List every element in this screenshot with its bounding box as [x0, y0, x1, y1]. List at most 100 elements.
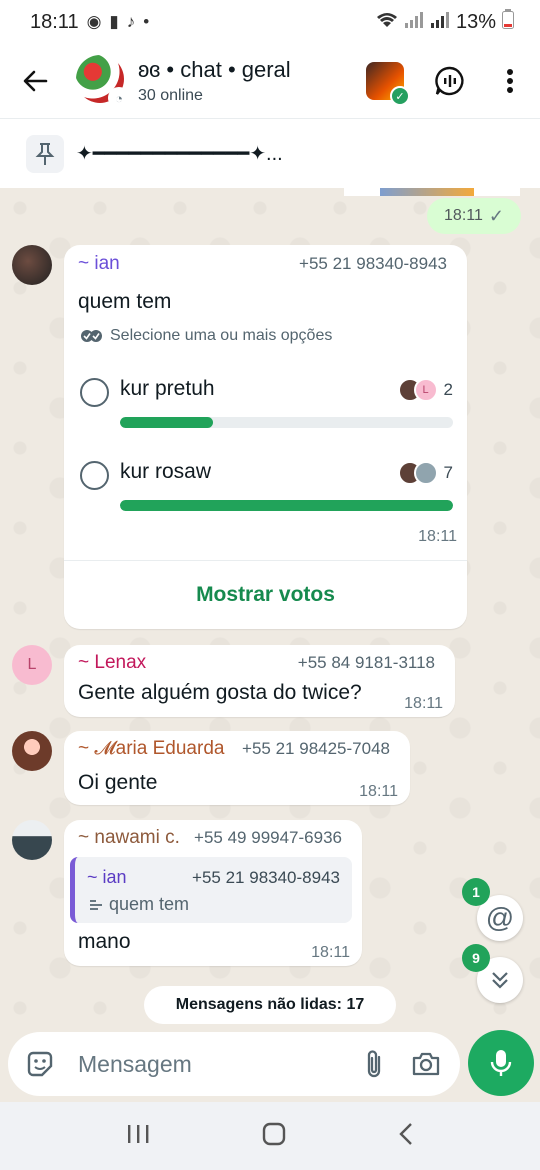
- microphone-icon: [490, 1050, 512, 1076]
- camera-icon: [412, 1052, 440, 1076]
- poll-hint-text: Selecione uma ou mais opções: [110, 327, 333, 344]
- group-avatar[interactable]: ◔: [76, 55, 130, 109]
- poll-icon: [90, 899, 102, 910]
- pinned-message-bar[interactable]: ✦━━━━━━━━━━━━━✦...: [0, 118, 540, 188]
- camera-button[interactable]: [400, 1051, 452, 1077]
- sender-name[interactable]: ~ 𝓜aria Eduarda: [78, 738, 224, 760]
- mention-badge: 1: [462, 878, 490, 906]
- quote-text-value: quem tem: [109, 894, 190, 914]
- avatar: [413, 461, 438, 485]
- tiktok-notification-icon: ♪: [126, 12, 136, 31]
- avatar[interactable]: [12, 245, 52, 285]
- message-input[interactable]: Mensagem: [78, 1051, 348, 1078]
- quote-sender: ~ ian: [87, 867, 127, 887]
- pinned-text: ✦━━━━━━━━━━━━━✦...: [76, 143, 283, 165]
- more-notifications-icon: •: [143, 12, 150, 31]
- avatar-letter: L: [27, 656, 37, 673]
- avatar[interactable]: L: [12, 645, 52, 685]
- poll-message: ~ ian +55 21 98340-8943 quem tem Selecio…: [64, 245, 467, 629]
- unread-badge: 9: [462, 944, 490, 972]
- option-label: kur rosaw: [120, 460, 212, 483]
- arrow-back-icon: [23, 70, 48, 92]
- message-list[interactable]: 18:11 ✓ ~ ian +55 21 98340-8943 quem tem…: [0, 188, 540, 1030]
- more-options-button[interactable]: [480, 44, 540, 118]
- group-info[interactable]: ʚɞ • chat • geral 30 online: [138, 57, 366, 105]
- quote-text: quem tem: [89, 894, 189, 915]
- avatar[interactable]: [12, 820, 52, 860]
- group-title: ʚɞ • chat • geral: [138, 57, 291, 82]
- poll-option[interactable]: kur rosaw 7: [80, 458, 453, 528]
- composer: Mensagem: [0, 1030, 540, 1102]
- battery-percent: 13%: [455, 10, 496, 33]
- attach-button[interactable]: [348, 1049, 400, 1079]
- recent-apps-button[interactable]: [126, 1123, 150, 1150]
- status-bar: 18:11 ◉ ▮ ♪ • 13%: [0, 0, 540, 44]
- back-button[interactable]: [0, 44, 70, 118]
- vote-bar-fill: [120, 417, 214, 428]
- voter-avatars: 7: [397, 461, 453, 485]
- voter-avatars: L 2: [397, 378, 453, 402]
- poll-option[interactable]: kur pretuh L 2: [80, 375, 453, 445]
- sender-name[interactable]: ~ Lenax: [78, 652, 146, 674]
- sender-name[interactable]: ~ nawami c.: [78, 827, 180, 849]
- back-nav-icon: [399, 1122, 412, 1145]
- double-chevron-down-icon: [492, 972, 508, 989]
- double-check-icon: [81, 330, 102, 342]
- home-icon: [262, 1122, 286, 1145]
- alert-notification-icon: ▮: [109, 12, 119, 31]
- quote-phone: +55 21 98340-8943: [192, 868, 340, 887]
- sticker-button[interactable]: [14, 1049, 66, 1079]
- message-text: Gente alguém gosta do twice?: [78, 681, 362, 704]
- chat-header: ◔ ʚɞ • chat • geral 30 online ✓: [0, 44, 540, 118]
- sender-phone: +55 84 9181-3118: [297, 653, 435, 672]
- poll-hint: Selecione uma ou mais opções: [80, 327, 332, 345]
- clock: 18:11: [30, 10, 79, 33]
- signal-icon: [404, 11, 424, 34]
- radio-button[interactable]: [80, 461, 109, 490]
- avatar[interactable]: [12, 731, 52, 771]
- recent-apps-icon: [128, 1124, 149, 1143]
- whatsapp-notification-icon: ◉: [86, 12, 102, 31]
- message-text: mano: [78, 930, 131, 953]
- message-time: 18:11: [404, 695, 443, 712]
- linked-community-thumbnail[interactable]: ✓: [366, 62, 410, 106]
- battery-icon: [502, 9, 514, 35]
- home-button[interactable]: [262, 1122, 286, 1151]
- community-icon: ◔: [108, 87, 130, 109]
- voice-message-button[interactable]: [468, 1030, 534, 1096]
- system-navigation-bar: [0, 1102, 540, 1170]
- message-text: Oi gente: [78, 771, 158, 794]
- image-message-edge[interactable]: [344, 188, 520, 196]
- quoted-message[interactable]: ~ ian +55 21 98340-8943 quem tem: [70, 857, 352, 923]
- vote-count: 2: [443, 380, 453, 399]
- back-nav-button[interactable]: [398, 1122, 414, 1151]
- avatar: L: [413, 378, 438, 402]
- vote-bar: [120, 500, 453, 511]
- message-input-box[interactable]: Mensagem: [8, 1032, 460, 1096]
- message-bubble[interactable]: ~ 𝓜aria Eduarda +55 21 98425-7048 Oi gen…: [64, 731, 410, 805]
- voice-chat-button[interactable]: [420, 44, 480, 118]
- vote-count: 7: [443, 463, 453, 482]
- check-icon: ✓: [390, 86, 410, 106]
- show-votes-button[interactable]: Mostrar votos: [64, 561, 467, 629]
- sender-phone: +55 49 99947-6936: [194, 828, 342, 847]
- poll-question: quem tem: [78, 290, 172, 313]
- sender-name[interactable]: ~ ian: [78, 253, 120, 275]
- message-bubble[interactable]: ~ nawami c. +55 49 99947-6936 ~ ian +55 …: [64, 820, 362, 966]
- outgoing-message-meta: 18:11 ✓: [427, 198, 521, 234]
- message-time: 18:11: [311, 944, 350, 961]
- sent-check-icon: ✓: [488, 205, 504, 226]
- pin-icon: [26, 134, 64, 173]
- message-bubble[interactable]: ~ Lenax +55 84 9181-3118 Gente alguém go…: [64, 645, 455, 717]
- online-count: 30 online: [138, 87, 203, 104]
- sticker-icon: [27, 1051, 53, 1077]
- sender-phone: +55 21 98425-7048: [242, 739, 390, 758]
- sender-phone: +55 21 98340-8943: [299, 254, 447, 273]
- vote-bar-fill: [120, 500, 453, 511]
- kebab-menu-icon: [507, 69, 513, 93]
- radio-button[interactable]: [80, 378, 109, 407]
- message-time: 18:11: [418, 528, 457, 545]
- unread-messages-divider: Mensagens não lidas: 17: [144, 986, 396, 1024]
- signal-icon-2: [430, 11, 450, 34]
- option-label: kur pretuh: [120, 377, 215, 400]
